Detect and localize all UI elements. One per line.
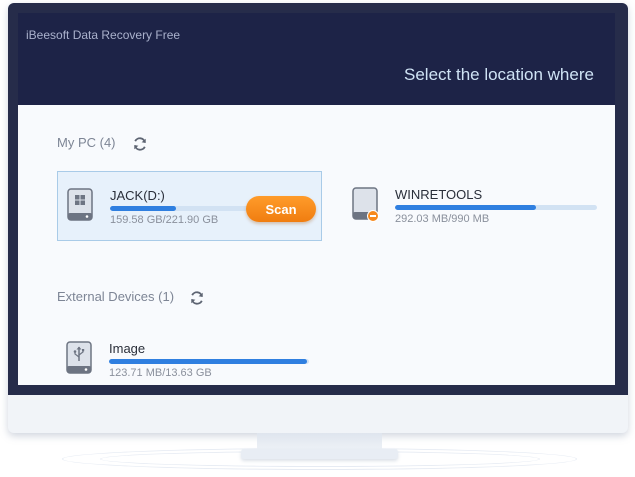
windows-drive-icon: [67, 188, 93, 221]
location-panel: My PC (4) JACK(D:) 159.58 GB/221.90 GB S…: [18, 105, 615, 385]
app-title: iBeesoft Data Recovery Free: [26, 28, 181, 42]
monitor: iBeesoft Data Recovery Free Select the l…: [8, 3, 628, 433]
usage-bar: [395, 205, 597, 210]
usage-bar-fill: [109, 359, 307, 364]
drive-size: 159.58 GB/221.90 GB: [110, 214, 219, 226]
usage-bar-fill: [395, 205, 537, 210]
monitor-bezel: iBeesoft Data Recovery Free Select the l…: [8, 3, 628, 395]
drive-jack[interactable]: JACK(D:) 159.58 GB/221.90 GB Scan: [57, 171, 322, 241]
usage-bar-fill: [110, 206, 176, 211]
page-heading: Select the location where: [404, 65, 594, 84]
device-image[interactable]: Image 123.71 MB/13.63 GB: [57, 325, 322, 385]
scan-button[interactable]: Scan: [246, 196, 316, 222]
drive-size: 292.03 MB/990 MB: [395, 213, 490, 225]
usage-bar: [109, 359, 309, 364]
app-window: iBeesoft Data Recovery Free Select the l…: [18, 13, 615, 385]
monitor-stand-base: [241, 449, 398, 459]
drive-warning-icon: [352, 187, 379, 222]
drive-name: JACK(D:): [110, 188, 165, 203]
refresh-icon[interactable]: [189, 290, 205, 306]
drive-name: WINRETOOLS: [395, 187, 483, 202]
usb-drive-icon: [66, 341, 92, 374]
monitor-illustration: iBeesoft Data Recovery Free Select the l…: [0, 0, 635, 477]
device-name: Image: [109, 341, 146, 356]
external-devices-label: External Devices (1): [57, 289, 175, 304]
my-pc-label: My PC (4): [57, 135, 116, 150]
device-size: 123.71 MB/13.63 GB: [109, 367, 212, 379]
drive-winretools[interactable]: WINRETOOLS 292.03 MB/990 MB: [345, 171, 610, 241]
refresh-icon[interactable]: [132, 136, 148, 152]
